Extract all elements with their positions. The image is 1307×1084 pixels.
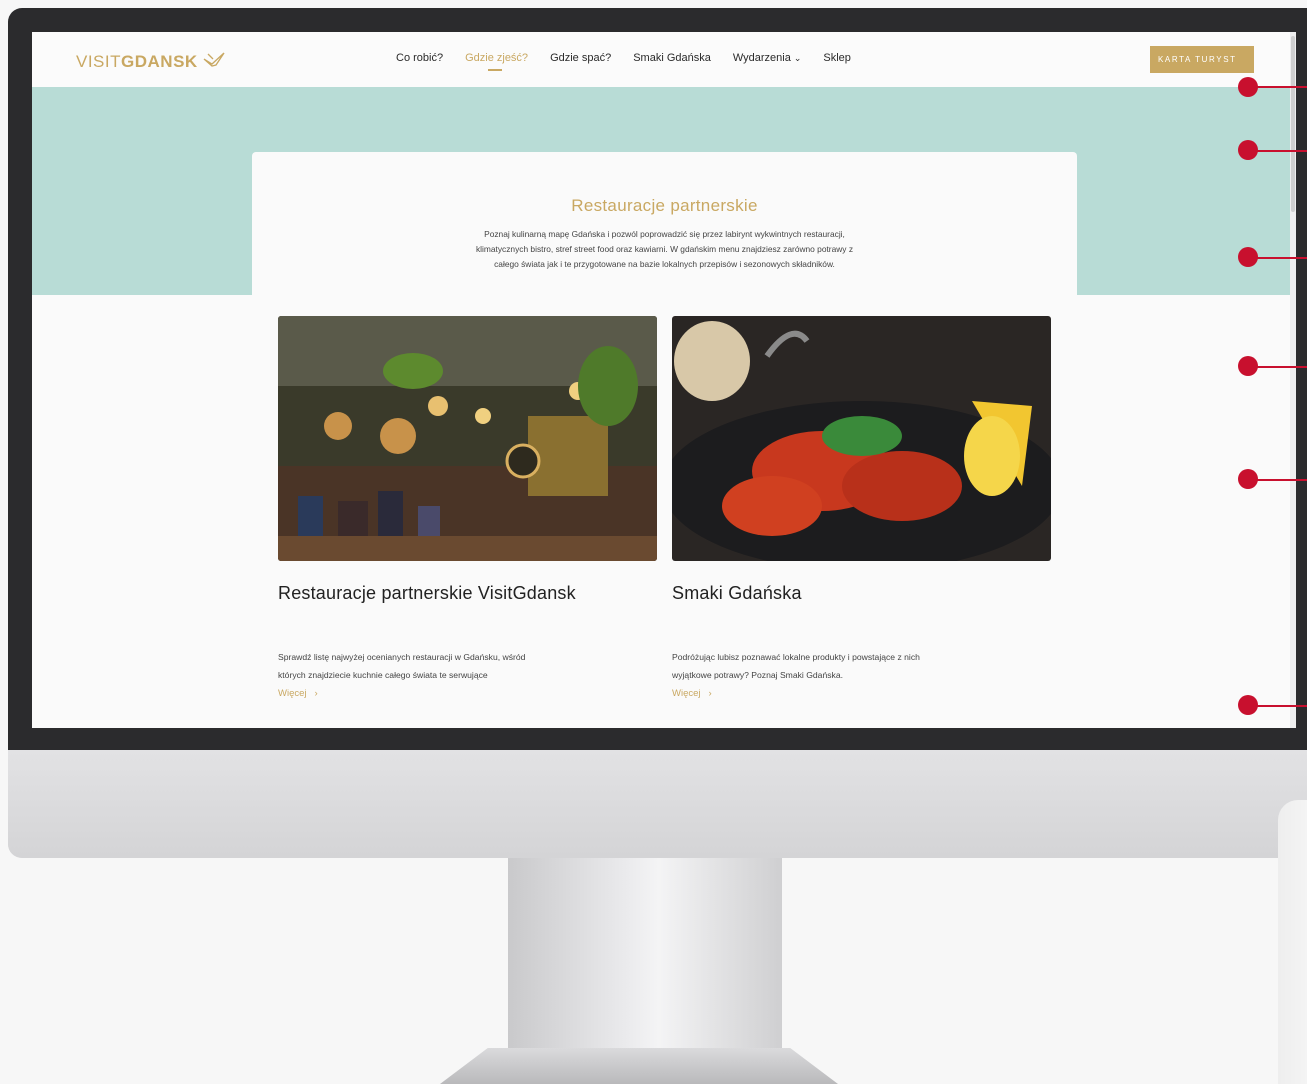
card-description: Sprawdź listę najwyżej ocenianych restau… xyxy=(278,648,638,684)
crayfish-dish-photo[interactable] xyxy=(672,316,1051,561)
annotation-marker xyxy=(1238,469,1258,489)
annotation-marker xyxy=(1238,356,1258,376)
annotation-marker xyxy=(1238,247,1258,267)
main-nav: Co robić? Gdzie zjeść? Gdzie spać? Smaki… xyxy=(396,52,851,71)
site-header: VISIT GDANSK Co robić? Gdzie zjeść? Gdzi… xyxy=(32,32,1296,87)
intro-line: całego świata jak i te przygotowane na b… xyxy=(494,259,835,269)
restaurant-interior-photo[interactable] xyxy=(278,316,657,561)
scrollbar-thumb[interactable] xyxy=(1291,36,1295,212)
nav-item-gdzie-zjesc[interactable]: Gdzie zjeść? xyxy=(465,52,529,71)
nav-item-sklep[interactable]: Sklep xyxy=(823,52,851,64)
card-description: Podróżując lubisz poznawać lokalne produ… xyxy=(672,648,1032,684)
annotation-marker xyxy=(1238,77,1258,97)
annotation-marker xyxy=(1238,140,1258,160)
monitor-stand-base xyxy=(440,1048,838,1084)
chevron-right-icon: › xyxy=(708,688,712,699)
intro-line: Poznaj kulinarną mapę Gdańska i pozwól p… xyxy=(484,229,845,239)
chevron-right-icon: › xyxy=(314,688,318,699)
annotation-marker xyxy=(1238,695,1258,715)
intro-text: Poznaj kulinarną mapę Gdańska i pozwól p… xyxy=(392,227,937,272)
nav-item-gdzie-spac[interactable]: Gdzie spać? xyxy=(550,52,611,64)
more-link-label: Więcej xyxy=(672,688,701,699)
nav-label: Sklep xyxy=(823,52,851,64)
cup-object xyxy=(1278,800,1307,1084)
card-title[interactable]: Smaki Gdańska xyxy=(672,583,802,604)
card-title[interactable]: Restauracje partnerskie VisitGdansk xyxy=(278,583,576,604)
nav-item-wydarzenia[interactable]: Wydarzenia ⌄ xyxy=(733,52,802,64)
nav-label: Co robić? xyxy=(396,52,444,64)
nav-item-smaki-gdanska[interactable]: Smaki Gdańska xyxy=(633,52,711,64)
nav-label: Smaki Gdańska xyxy=(633,52,711,64)
card-desc-line: wyjątkowe potrawy? Poznaj Smaki Gdańska. xyxy=(672,670,843,680)
chevron-down-icon: ⌄ xyxy=(793,53,802,63)
nav-label: Wydarzenia xyxy=(732,52,791,64)
card-desc-line: Sprawdź listę najwyżej ocenianych restau… xyxy=(278,652,526,662)
browser-screen: VISIT GDANSK Co robić? Gdzie zjeść? Gdzi… xyxy=(32,32,1296,728)
nav-item-co-robic[interactable]: Co robić? xyxy=(396,52,443,64)
logo-text-gdansk: GDANSK xyxy=(121,51,198,71)
more-link[interactable]: Więcej › xyxy=(278,688,318,699)
logo-text-visit: VISIT xyxy=(76,51,122,71)
intro-line: klimatycznych bistro, stref street food … xyxy=(475,244,854,254)
nav-label: Gdzie zjeść? xyxy=(465,52,529,64)
monitor-stand-neck xyxy=(508,858,782,1048)
more-link[interactable]: Więcej › xyxy=(672,688,712,699)
card-desc-line: Podróżując lubisz poznawać lokalne produ… xyxy=(672,652,920,662)
intro-card: Restauracje partnerskie Poznaj kulinarną… xyxy=(252,152,1077,312)
karta-turysty-button[interactable]: KARTA TURYST xyxy=(1150,46,1254,73)
bird-logo-icon xyxy=(202,50,226,73)
intro-title: Restauracje partnerskie xyxy=(571,196,758,215)
card-desc-line: których znajdziecie kuchnie całego świat… xyxy=(278,670,488,680)
monitor-chin xyxy=(8,750,1307,858)
more-link-label: Więcej xyxy=(278,688,307,699)
site-logo[interactable]: VISIT GDANSK xyxy=(76,50,226,73)
nav-label: Gdzie spać? xyxy=(550,52,612,64)
